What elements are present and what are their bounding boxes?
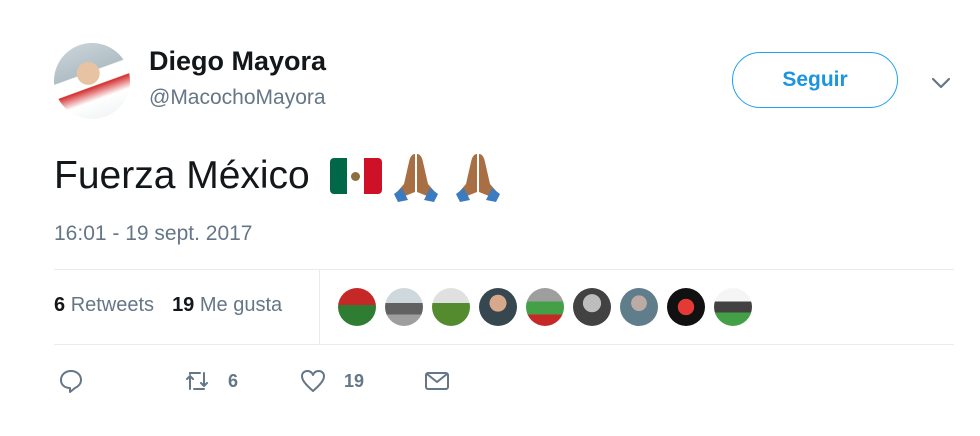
liker-avatar[interactable] <box>714 288 752 326</box>
tweet-actions: 6 19 <box>58 368 450 394</box>
message-icon <box>425 372 450 390</box>
mexico-flag-icon <box>329 158 382 194</box>
likes-count: 19 <box>172 294 195 316</box>
divider <box>54 269 954 270</box>
divider <box>54 344 954 345</box>
user-name[interactable]: Diego Mayora <box>149 46 326 77</box>
likes-stat[interactable]: 19 Me gusta <box>172 294 282 317</box>
tweet-timestamp[interactable]: 16:01 - 19 sept. 2017 <box>54 222 253 246</box>
like-count: 19 <box>344 370 365 391</box>
liker-avatar[interactable] <box>526 288 564 326</box>
reply-icon <box>60 370 82 393</box>
tweet-text-content: Fuerza México <box>54 154 310 197</box>
liker-avatar[interactable] <box>432 288 470 326</box>
avatar[interactable] <box>54 43 130 119</box>
retweets-label: Retweets <box>70 294 155 316</box>
folded-hands-icon <box>393 154 438 202</box>
caret-down-icon[interactable] <box>930 72 952 94</box>
liker-avatar[interactable] <box>620 288 658 326</box>
liker-avatar[interactable] <box>385 288 423 326</box>
message-button[interactable] <box>424 368 450 394</box>
likes-label: Me gusta <box>199 294 283 316</box>
retweets-count: 6 <box>54 294 66 316</box>
folded-hands-icon <box>455 154 500 202</box>
liker-avatar[interactable] <box>479 288 517 326</box>
reply-button[interactable] <box>58 368 84 394</box>
liker-avatar[interactable] <box>573 288 611 326</box>
tweet-stats: 6 Retweets 19 Me gusta <box>54 294 282 317</box>
retweets-stat[interactable]: 6 Retweets <box>54 294 154 317</box>
tweet-text: Fuerza México <box>54 148 506 204</box>
retweet-button[interactable]: 6 <box>184 368 238 394</box>
heart-icon <box>301 370 326 392</box>
liker-avatar[interactable] <box>338 288 376 326</box>
follow-button[interactable]: Seguir <box>732 52 898 108</box>
like-button[interactable]: 19 <box>300 368 364 394</box>
user-handle[interactable]: @MacochoMayora <box>149 86 326 110</box>
liker-avatar[interactable] <box>667 288 705 326</box>
likers-avatars <box>338 288 752 326</box>
retweet-count: 6 <box>228 370 239 391</box>
divider <box>319 270 320 344</box>
retweet-icon <box>186 372 208 390</box>
